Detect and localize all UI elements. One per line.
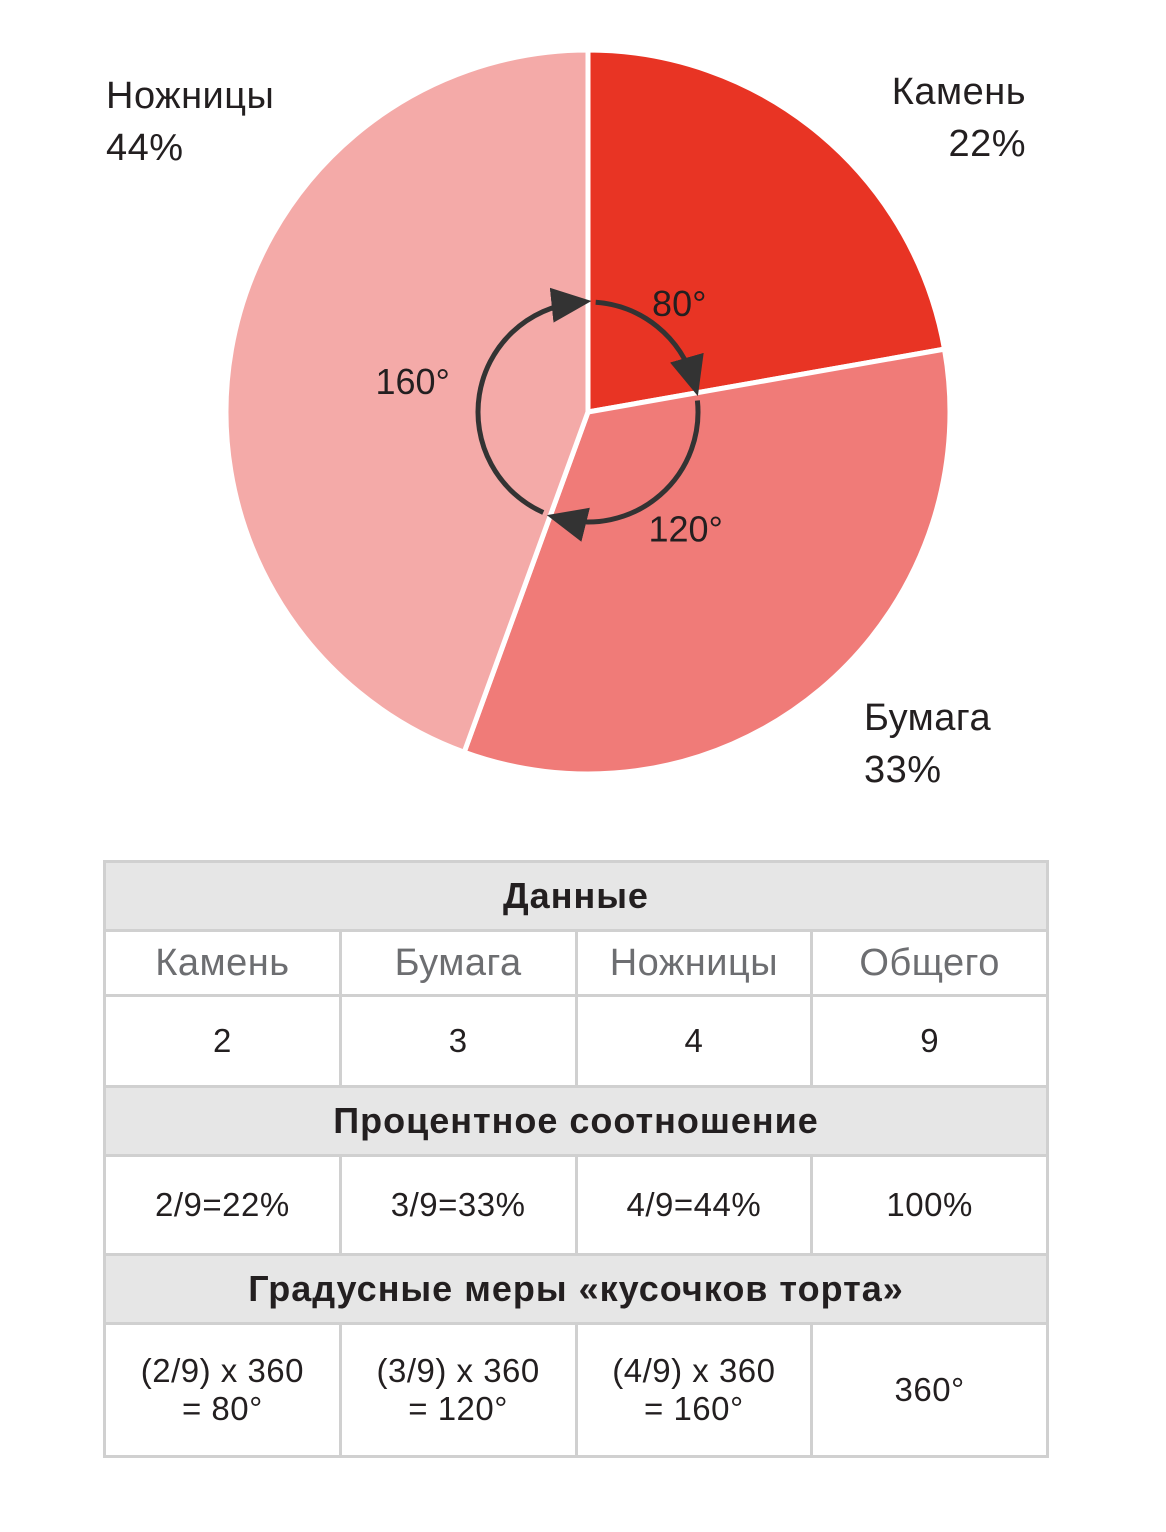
count-scissors: 4 bbox=[574, 994, 814, 1088]
slice-name-rock: Камень bbox=[891, 71, 1026, 113]
count-paper: 3 bbox=[338, 994, 578, 1088]
column-name-total: Общего bbox=[810, 929, 1049, 997]
angle-label-scissors: 160° bbox=[375, 361, 449, 402]
column-name-paper: Бумага bbox=[338, 929, 578, 997]
column-name-scissors: Ножницы bbox=[574, 929, 814, 997]
count-rock: 2 bbox=[103, 994, 342, 1088]
section-row-percent: Процентное соотношение bbox=[103, 1085, 1049, 1157]
formula-rock-line2: = 80° bbox=[181, 1390, 263, 1427]
slice-name-scissors: Ножницы bbox=[106, 75, 275, 117]
slice-percent-paper: 33% bbox=[864, 749, 942, 791]
formula-paper: (3/9) x 360 = 120° bbox=[338, 1322, 578, 1458]
percent-rock: 2/9=22% bbox=[103, 1154, 342, 1256]
slice-name-paper: Бумага bbox=[864, 697, 992, 739]
angle-label-rock: 80° bbox=[652, 283, 706, 324]
section-title-data: Данные bbox=[103, 860, 1049, 932]
slice-label-rock: Камень 22% bbox=[892, 66, 1026, 170]
section-row-degrees: Градусные меры «кусочков торта» bbox=[103, 1253, 1049, 1325]
formula-rock: (2/9) x 360 = 80° bbox=[103, 1322, 342, 1458]
percents-row: 2/9=22% 3/9=33% 4/9=44% 100% bbox=[103, 1154, 1049, 1256]
slice-percent-scissors: 44% bbox=[106, 127, 184, 169]
formula-total: 360° bbox=[810, 1322, 1049, 1458]
percent-paper: 3/9=33% bbox=[338, 1154, 578, 1256]
percent-total: 100% bbox=[810, 1154, 1049, 1256]
formula-paper-line1: (3/9) x 360 bbox=[376, 1352, 540, 1389]
formula-scissors-line1: (4/9) x 360 bbox=[612, 1352, 776, 1389]
formula-total-line1: 360° bbox=[894, 1371, 965, 1408]
section-title-degrees: Градусные меры «кусочков торта» bbox=[103, 1253, 1049, 1325]
data-table: Данные Камень Бумага Ножницы Общего 2 3 … bbox=[103, 860, 1049, 1458]
section-row-data: Данные bbox=[103, 860, 1049, 932]
formula-scissors-line2: = 160° bbox=[644, 1390, 744, 1427]
formula-scissors: (4/9) x 360 = 160° bbox=[574, 1322, 814, 1458]
slice-label-paper: Бумага 33% bbox=[864, 692, 991, 796]
percent-scissors: 4/9=44% bbox=[574, 1154, 814, 1256]
formulas-row: (2/9) x 360 = 80° (3/9) x 360 = 120° (4/… bbox=[103, 1322, 1049, 1458]
column-name-rock: Камень bbox=[103, 929, 342, 997]
slice-label-scissors: Ножницы 44% bbox=[106, 70, 274, 174]
slice-percent-rock: 22% bbox=[948, 123, 1026, 165]
formula-paper-line2: = 120° bbox=[408, 1390, 508, 1427]
section-title-percent: Процентное соотношение bbox=[103, 1085, 1049, 1157]
counts-row: 2 3 4 9 bbox=[103, 994, 1049, 1088]
count-total: 9 bbox=[810, 994, 1049, 1088]
formula-rock-line1: (2/9) x 360 bbox=[140, 1352, 304, 1389]
angle-label-paper: 120° bbox=[648, 508, 722, 549]
column-names-row: Камень Бумага Ножницы Общего bbox=[103, 929, 1049, 997]
